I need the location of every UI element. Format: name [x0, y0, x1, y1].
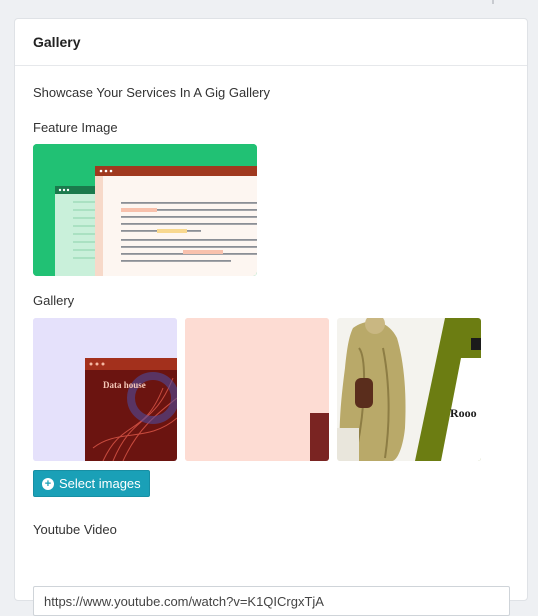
- youtube-url-input[interactable]: [33, 586, 510, 616]
- gallery-card: Gallery Showcase Your Services In A Gig …: [14, 18, 528, 616]
- feature-image[interactable]: [33, 144, 257, 276]
- gallery-label: Gallery: [33, 293, 75, 308]
- gallery-image-3-graphic: [337, 318, 481, 461]
- feature-image-graphic: [33, 144, 257, 276]
- gallery-image-1[interactable]: Data house: [33, 318, 177, 461]
- gallery-image-1-caption: Data house: [103, 380, 146, 390]
- scrollbar[interactable]: [492, 0, 494, 4]
- youtube-video-label: Youtube Video: [33, 522, 117, 537]
- select-images-label: Select images: [59, 476, 141, 491]
- gallery-image-3-caption: Rooo: [450, 406, 477, 420]
- showcase-text: Showcase Your Services In A Gig Gallery: [33, 85, 271, 100]
- select-images-button[interactable]: + Select images: [33, 470, 150, 497]
- feature-image-label: Feature Image: [33, 120, 118, 135]
- gallery-image-2[interactable]: [185, 318, 329, 461]
- gallery-image-3[interactable]: Rooo: [337, 318, 481, 461]
- plus-circle-icon: +: [42, 477, 54, 490]
- gallery-image-2-graphic: [185, 318, 329, 461]
- card-title: Gallery: [15, 19, 527, 66]
